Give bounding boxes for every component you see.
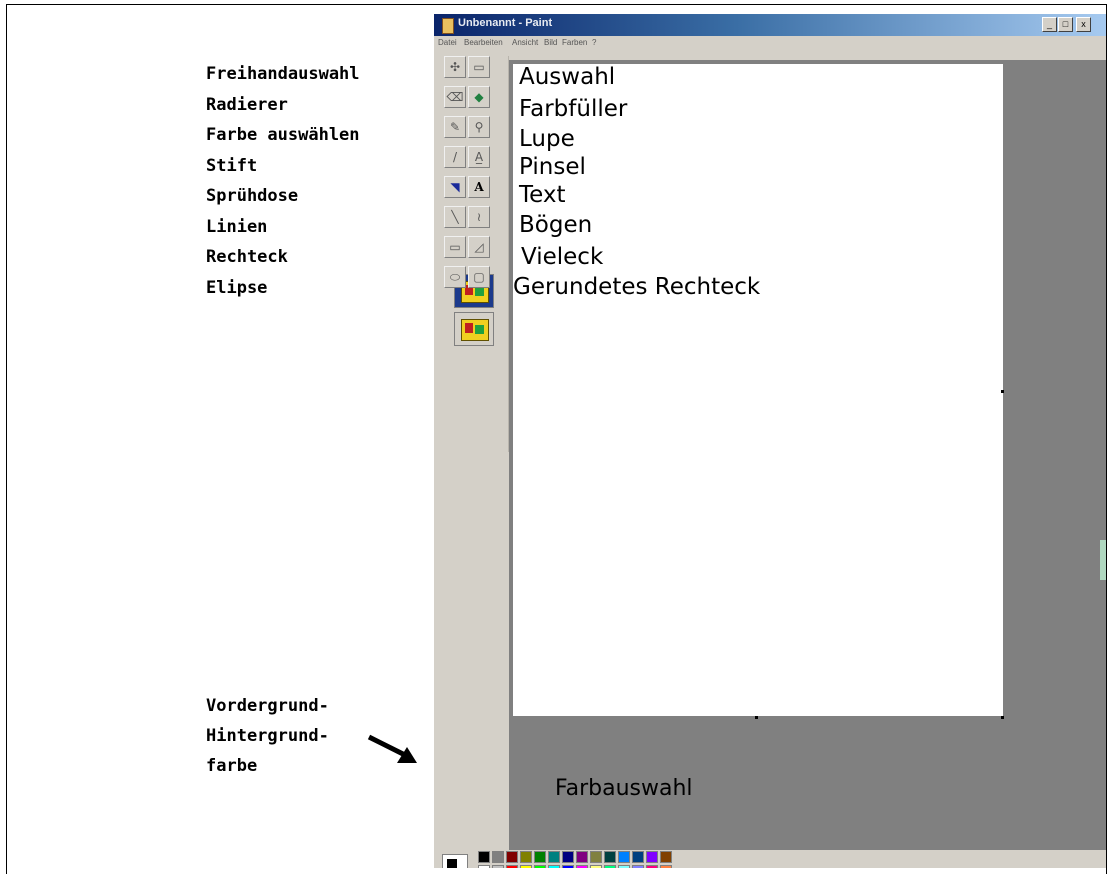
- menu-farben[interactable]: Farben: [562, 38, 587, 47]
- color-swatch[interactable]: [520, 851, 532, 863]
- free-select-icon[interactable]: ✣: [444, 56, 466, 78]
- airbrush-icon[interactable]: ◥: [444, 176, 466, 198]
- fill-icon[interactable]: ◆: [468, 86, 490, 108]
- label-hintergrund: Hintergrund-: [206, 726, 329, 746]
- color-swatch[interactable]: [478, 851, 490, 863]
- paint-window: Unbenannt - Paint _ □ x Datei Bearbeiten…: [434, 14, 1106, 868]
- color-swatch[interactable]: [646, 851, 658, 863]
- eraser-icon[interactable]: ⌫: [444, 86, 466, 108]
- color-palette: [434, 850, 1106, 868]
- label-stift: Stift: [206, 155, 258, 176]
- title-bar[interactable]: Unbenannt - Paint _ □ x: [434, 14, 1106, 36]
- resize-handle-right[interactable]: [1001, 390, 1004, 393]
- workarea-label: Farbauswahl: [555, 776, 693, 801]
- drawing-area[interactable]: Auswahl Farbfüller Lupe Pinsel Text Böge…: [509, 60, 1106, 850]
- window-title: Unbenannt - Paint: [458, 17, 553, 29]
- label-linien: Linien: [206, 216, 268, 237]
- line-icon[interactable]: ╲: [444, 206, 466, 228]
- label-radierer: Radierer: [206, 94, 288, 115]
- label-farbe: farbe: [206, 756, 258, 776]
- canvas-text-auswahl: Auswahl: [519, 64, 616, 90]
- menu-bar: Datei Bearbeiten Ansicht Bild Farben ?: [434, 36, 1106, 52]
- color-swatch[interactable]: [660, 851, 672, 863]
- canvas-text-boegen: Bögen: [519, 212, 593, 238]
- color-label-list: Vordergrund- Hintergrund- farbe: [206, 696, 329, 786]
- canvas-text-text: Text: [519, 182, 566, 208]
- canvas-text-farbfueller: Farbfüller: [519, 96, 628, 122]
- color-swatch[interactable]: [576, 851, 588, 863]
- color-swatch[interactable]: [548, 851, 560, 863]
- color-swatch[interactable]: [562, 851, 574, 863]
- menu-datei[interactable]: Datei: [438, 38, 457, 47]
- label-farbe-auswaehlen: Farbe auswählen: [206, 125, 360, 145]
- canvas[interactable]: Auswahl Farbfüller Lupe Pinsel Text Böge…: [513, 64, 1003, 716]
- rectangle-icon[interactable]: ▭: [444, 236, 466, 258]
- label-freihandauswahl: Freihandauswahl: [206, 64, 360, 84]
- color-swatch[interactable]: [632, 851, 644, 863]
- canvas-text-lupe: Lupe: [519, 126, 575, 152]
- resize-handle-bottom[interactable]: [755, 716, 758, 719]
- minimize-button[interactable]: _: [1042, 17, 1057, 32]
- color-swatch[interactable]: [506, 851, 518, 863]
- toolbox: ✣ ▭ ⌫ ◆ ✎ ⚲ / A̲ ◥ A ╲ ≀ ▭ ◿ ⬭ ▢: [444, 56, 506, 414]
- select-icon[interactable]: ▭: [468, 56, 490, 78]
- color-swatch[interactable]: [604, 851, 616, 863]
- label-rechteck: Rechteck: [206, 247, 288, 267]
- label-elipse: Elipse: [206, 277, 268, 298]
- magnifier-icon[interactable]: ⚲: [468, 116, 490, 138]
- canvas-text-pinsel: Pinsel: [519, 154, 586, 180]
- tool-label-list: Freihandauswahl Radierer Farbe auswählen…: [206, 64, 426, 308]
- text-icon[interactable]: A: [468, 176, 490, 198]
- color-swatch[interactable]: [534, 851, 546, 863]
- scrollbar-track[interactable]: [1090, 60, 1106, 850]
- color-swatch[interactable]: [590, 851, 602, 863]
- polygon-icon[interactable]: ◿: [468, 236, 490, 258]
- canvas-text-vieleck: Vieleck: [521, 244, 604, 270]
- canvas-text-gerundetes-rechteck: Gerundetes Rechteck: [513, 274, 761, 300]
- close-button[interactable]: x: [1076, 17, 1091, 32]
- menu-help[interactable]: ?: [592, 38, 596, 47]
- curve-icon[interactable]: ≀: [468, 206, 490, 228]
- color-picker-icon[interactable]: ✎: [444, 116, 466, 138]
- paint-app-icon: [442, 18, 454, 34]
- ellipse-icon[interactable]: ⬭: [444, 266, 466, 288]
- foreground-background-indicator[interactable]: [442, 854, 468, 868]
- label-spruehdose: Sprühdose: [206, 186, 299, 206]
- color-swatch[interactable]: [492, 851, 504, 863]
- color-swatch[interactable]: [618, 851, 630, 863]
- menu-bild[interactable]: Bild: [544, 38, 557, 47]
- resize-handle-corner[interactable]: [1001, 716, 1004, 719]
- menu-ansicht[interactable]: Ansicht: [512, 38, 538, 47]
- pencil-icon[interactable]: /: [444, 146, 466, 168]
- arrow-icon: [367, 734, 417, 763]
- tool-option-transparent[interactable]: [454, 312, 494, 346]
- menu-bearbeiten[interactable]: Bearbeiten: [464, 38, 503, 47]
- rounded-rect-icon[interactable]: ▢: [468, 266, 490, 288]
- brush-icon[interactable]: A̲: [468, 146, 490, 168]
- maximize-button[interactable]: □: [1058, 17, 1073, 32]
- label-vordergrund: Vordergrund-: [206, 696, 329, 716]
